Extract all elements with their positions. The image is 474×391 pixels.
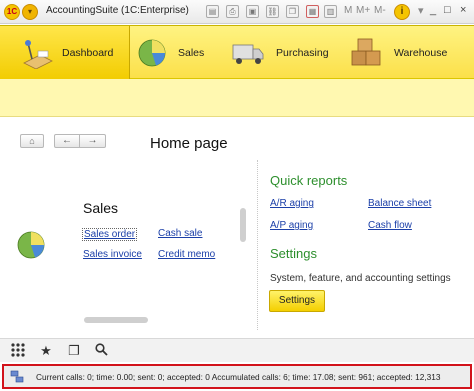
section-label-dashboard: Dashboard (62, 47, 114, 59)
search-icon[interactable] (93, 343, 109, 359)
save-icon[interactable]: ▣ (246, 5, 259, 18)
sales-order-link[interactable]: Sales order (82, 228, 138, 241)
cash-sale-link[interactable]: Cash sale (158, 228, 202, 239)
tools-panel: ★ ❐ (0, 338, 474, 362)
close-button[interactable]: × (460, 4, 466, 16)
star-icon[interactable]: ★ (38, 343, 54, 359)
network-icon (10, 370, 24, 383)
sales-pie-icon (17, 231, 45, 259)
sections-panel: Dashboard Sales Purchasing Warehouse (0, 25, 474, 80)
link-icon[interactable]: ⛓ (266, 5, 279, 18)
forward-button[interactable]: → (80, 134, 106, 148)
settings-button[interactable]: Settings (269, 290, 325, 312)
copy-icon[interactable]: ❐ (286, 5, 299, 18)
main-menu-button[interactable]: ▾ (22, 4, 38, 20)
calculator-icon[interactable]: ▥ (324, 5, 337, 18)
quick-reports-title: Quick reports (270, 173, 348, 188)
balance-sheet-link[interactable]: Balance sheet (368, 198, 431, 209)
status-text: Current calls: 0; time: 0.00; sent: 0; a… (36, 372, 441, 382)
memory-plus-button[interactable]: M+ (356, 5, 370, 16)
info-icon[interactable]: i (394, 4, 410, 20)
calendar-icon[interactable]: ▦ (306, 5, 319, 18)
window-title: AccountingSuite (1C:Enterprise) (46, 5, 189, 16)
history-icon[interactable]: ❐ (66, 343, 82, 359)
dropdown-icon[interactable]: ▾ (418, 4, 424, 17)
section-purchasing[interactable]: Purchasing (228, 26, 340, 80)
section-label-purchasing: Purchasing (276, 47, 329, 59)
horizontal-scrollbar[interactable] (84, 317, 148, 323)
section-sales[interactable]: Sales (136, 26, 222, 80)
memory-minus-button[interactable]: M- (374, 5, 386, 16)
sales-invoice-link[interactable]: Sales invoice (83, 249, 142, 260)
functions-panel (0, 79, 474, 117)
home-toolbar-icon[interactable]: ▤ (206, 5, 219, 18)
section-label-warehouse: Warehouse (394, 47, 448, 59)
boxes-icon (351, 38, 381, 66)
back-button[interactable]: ← (54, 134, 80, 148)
section-warehouse[interactable]: Warehouse (348, 26, 474, 80)
restore-button[interactable]: □ (444, 4, 451, 16)
ap-aging-link[interactable]: A/P aging (270, 220, 313, 231)
memory-button[interactable]: M (344, 5, 352, 16)
dashboard-icon (23, 40, 53, 69)
credit-memo-link[interactable]: Credit memo (158, 249, 215, 260)
cash-flow-link[interactable]: Cash flow (368, 220, 412, 231)
vertical-scrollbar[interactable] (240, 208, 246, 242)
section-dashboard[interactable]: Dashboard (0, 26, 130, 80)
settings-description: System, feature, and accounting settings (270, 273, 451, 284)
sales-pie-icon (138, 39, 166, 67)
title-bar: 1C ▾ AccountingSuite (1C:Enterprise) ▤ ⎙… (0, 0, 474, 24)
section-label-sales: Sales (178, 47, 205, 59)
column-divider (257, 160, 258, 330)
print-icon[interactable]: ⎙ (226, 5, 239, 18)
truck-icon (232, 44, 264, 64)
ar-aging-link[interactable]: A/R aging (270, 198, 314, 209)
grid-icon[interactable] (10, 343, 26, 359)
status-bar: Current calls: 0; time: 0.00; sent: 0; a… (2, 364, 472, 389)
sales-title: Sales (83, 200, 119, 216)
page-title: Home page (150, 135, 228, 152)
home-button[interactable]: ⌂ (20, 134, 44, 148)
settings-title: Settings (270, 246, 317, 261)
app-logo-icon: 1C (4, 4, 20, 20)
minimize-button[interactable]: _ (430, 4, 436, 16)
